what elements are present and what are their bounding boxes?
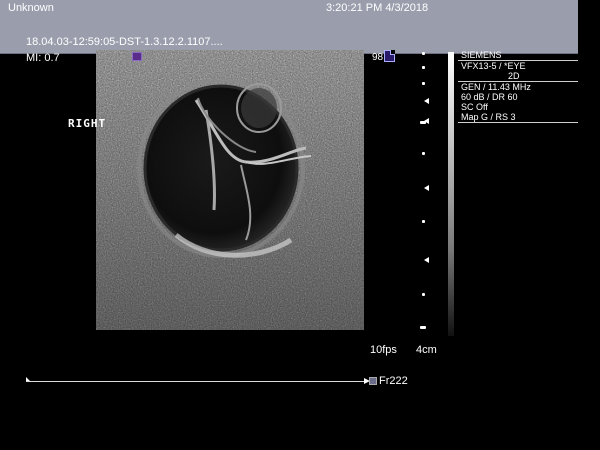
depth-tick bbox=[422, 66, 425, 69]
depth-tick bbox=[422, 82, 425, 85]
info-line: Map G / RS 3 bbox=[458, 112, 578, 123]
frame-index-top: 98 bbox=[372, 52, 384, 63]
depth-tick bbox=[422, 293, 425, 296]
focus-marker-icon bbox=[424, 185, 429, 191]
header-bar: Unknown 3:20:21 PM 4/3/2018 18.04.03-12:… bbox=[0, 0, 578, 54]
exam-datetime: 3:20:21 PM 4/3/2018 bbox=[326, 2, 429, 14]
patient-name: Unknown bbox=[8, 2, 54, 14]
frame-rate: 10fps bbox=[370, 344, 397, 356]
depth-value: 4cm bbox=[416, 344, 437, 356]
acquisition-info: SIEMENS VFX13-5 / *EYE 2D GEN / 11.43 MH… bbox=[458, 50, 578, 123]
transducer: VFX13-5 / *EYE bbox=[461, 61, 526, 71]
frame-number: Fr222 bbox=[379, 375, 408, 387]
depth-tick bbox=[422, 220, 425, 223]
document-icon[interactable] bbox=[384, 50, 395, 62]
cine-timeline[interactable] bbox=[26, 377, 370, 384]
study-id: 18.04.03-12:59:05-DST-1.3.12.2.1107.... bbox=[26, 36, 223, 48]
info-line: GEN / 11.43 MHz bbox=[461, 82, 531, 92]
focus-marker-icon bbox=[424, 98, 429, 104]
mechanical-index: MI: 0.7 bbox=[26, 52, 60, 64]
ultrasound-image[interactable] bbox=[96, 50, 364, 330]
orientation-label: RIGHT bbox=[68, 117, 107, 130]
focus-marker-icon bbox=[424, 118, 429, 124]
orientation-marker-icon bbox=[132, 52, 142, 61]
imaging-mode: 2D bbox=[458, 71, 578, 82]
cine-start-marker-icon[interactable] bbox=[26, 377, 30, 381]
info-line: SC Off bbox=[461, 102, 488, 112]
depth-scale bbox=[416, 52, 436, 332]
frame-icon bbox=[369, 377, 377, 385]
manufacturer: SIEMENS bbox=[458, 50, 578, 61]
info-line: 60 dB / DR 60 bbox=[461, 92, 518, 102]
depth-tick bbox=[422, 52, 425, 55]
depth-tick bbox=[422, 152, 425, 155]
focus-marker-icon bbox=[424, 257, 429, 263]
depth-tick bbox=[420, 326, 426, 329]
grayscale-bar bbox=[448, 52, 454, 336]
